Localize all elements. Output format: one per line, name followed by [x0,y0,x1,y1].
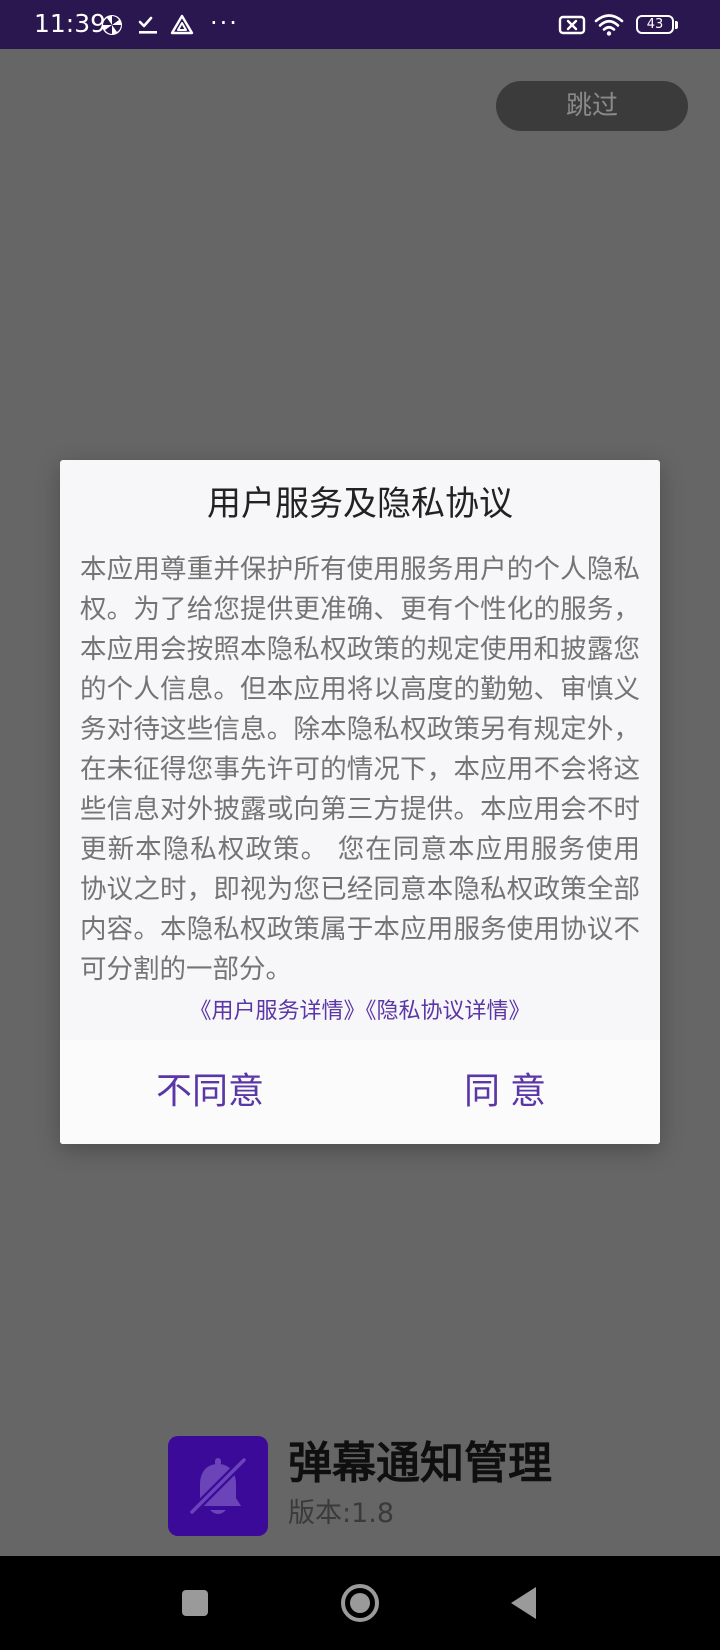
recents-icon [182,1590,208,1616]
back-icon [511,1587,536,1619]
agree-button[interactable]: 同意 [360,1040,660,1144]
privacy-dialog: 用户服务及隐私协议 本应用尊重并保护所有使用服务用户的个人隐私权。为了给您提供更… [60,460,660,1144]
app-version: 版本:1.8 [288,1498,395,1529]
status-time: 11:39 [34,9,107,38]
drive-icon [170,13,194,37]
navigation-bar [0,1556,720,1650]
battery-level: 43 [646,17,664,32]
privacy-policy-link[interactable]: 《隐私协议详情》 [366,999,531,1024]
dialog-title: 用户服务及隐私协议 [207,484,513,524]
sim-off-icon [558,13,586,37]
dialog-body-text: 本应用尊重并保护所有使用服务用户的个人隐私权。为了给您提供更准确、更有个性化的服… [80,554,640,985]
dialog-links: 《用户服务详情》《隐私协议详情》 [60,995,660,1029]
bell-off-icon [188,1456,248,1516]
more-dots-icon: ··· [210,9,239,37]
disagree-button[interactable]: 不同意 [60,1040,360,1144]
app-icon [168,1436,268,1536]
app-name: 弹幕通知管理 [288,1438,552,1489]
battery-icon: 43 [636,15,678,36]
skip-button[interactable]: 跳过 [496,81,688,131]
battery-cap [675,21,678,29]
wifi-icon [594,13,624,37]
user-service-link[interactable]: 《用户服务详情》 [189,999,365,1024]
status-bar: 11:39 ··· 43 [0,0,720,49]
pinwheel-icon [100,13,124,37]
home-button[interactable] [335,1578,385,1628]
home-icon [341,1584,379,1622]
dialog-actions: 不同意 同意 [60,1040,660,1144]
checklist-icon [136,13,160,37]
recents-button[interactable] [170,1578,220,1628]
back-button[interactable] [500,1578,550,1628]
